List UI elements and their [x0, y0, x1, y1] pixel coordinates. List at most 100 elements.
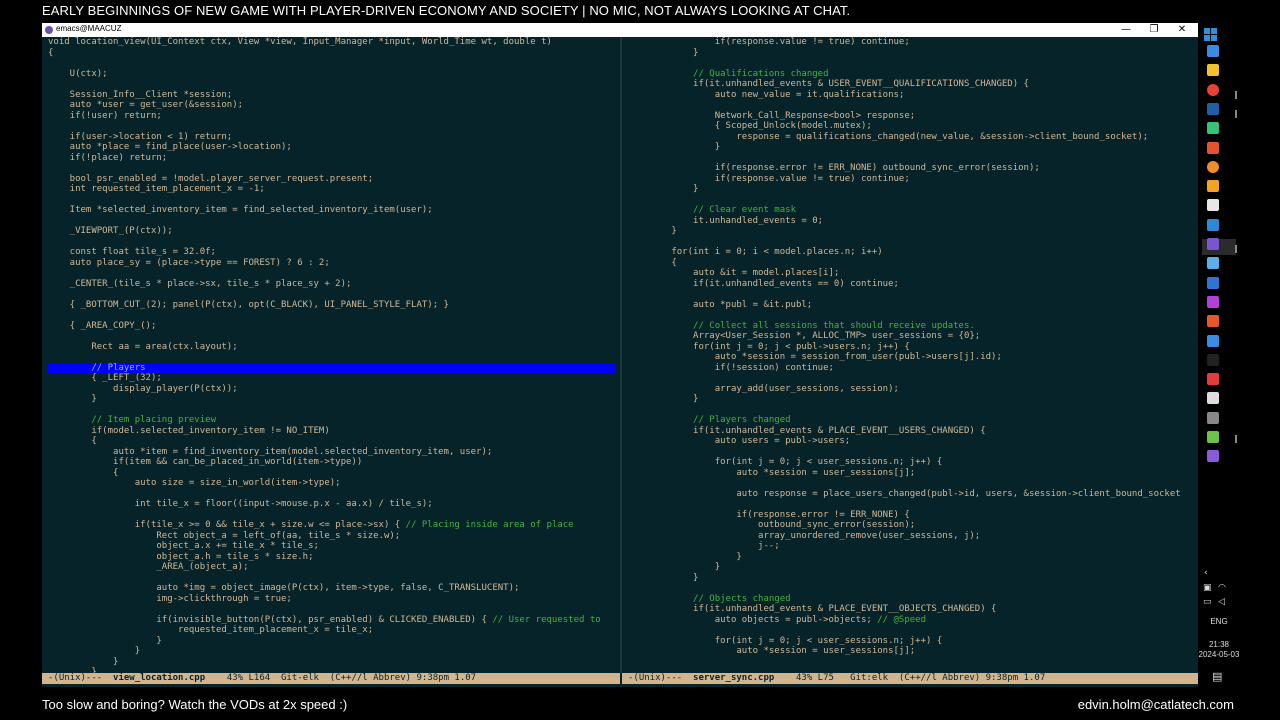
code-line[interactable]: {: [48, 436, 96, 447]
code-line[interactable]: if(invisible_button(P(ctx), psr_enabled)…: [48, 615, 600, 626]
code-line[interactable]: array_add(user_sessions, session);: [628, 384, 899, 395]
code-line[interactable]: }: [48, 394, 96, 405]
window-titlebar[interactable]: emacs@MAACUZ — ❐ ✕: [42, 23, 1198, 37]
code-line[interactable]: for(int j = 0; j < user_sessions.n; j++)…: [628, 636, 943, 647]
code-line[interactable]: auto response = place_users_changed(publ…: [628, 489, 1180, 500]
editor-pane-left[interactable]: void location_view(UI_Context ctx, View …: [42, 37, 620, 673]
app-icon[interactable]: [1207, 141, 1219, 154]
code-line[interactable]: }: [628, 573, 698, 584]
code-line[interactable]: {: [48, 48, 53, 59]
code-line[interactable]: if(!session) continue;: [628, 363, 834, 374]
code-line[interactable]: auto *session = session_from_user(publ->…: [628, 352, 1002, 363]
code-line[interactable]: }: [628, 184, 698, 195]
app-icon[interactable]: [1207, 199, 1219, 212]
notification-icon[interactable]: ▤: [1212, 670, 1222, 683]
file-explorer-icon[interactable]: [1207, 64, 1219, 77]
app-icon[interactable]: [1207, 411, 1219, 424]
code-line[interactable]: if(tile_x >= 0 && tile_x + size.w <= pla…: [48, 520, 574, 531]
app-icon[interactable]: [1207, 334, 1219, 347]
code-line[interactable]: outbound_sync_error(session);: [628, 520, 915, 531]
code-line[interactable]: Rect object_a = left_of(aa, tile_s * siz…: [48, 531, 400, 542]
code-line[interactable]: }: [628, 142, 720, 153]
code-line[interactable]: if(item && can_be_placed_in_world(item->…: [48, 457, 362, 468]
code-line[interactable]: }: [48, 636, 161, 647]
code-line[interactable]: it.unhandled_events = 0;: [628, 216, 823, 227]
code-line[interactable]: if(it.unhandled_events & PLACE_EVENT__US…: [628, 426, 986, 437]
app-icon[interactable]: [1207, 431, 1219, 443]
code-line[interactable]: auto *session = user_sessions[j];: [628, 646, 915, 657]
code-line[interactable]: response = qualifications_changed(new_va…: [628, 132, 1148, 143]
code-line[interactable]: // Objects changed: [628, 594, 791, 605]
code-line[interactable]: if(!place) return;: [48, 153, 168, 164]
code-line[interactable]: const float tile_s = 32.0f;: [48, 247, 216, 258]
code-line[interactable]: // Item placing preview: [48, 415, 216, 426]
code-line[interactable]: U(ctx);: [48, 69, 108, 80]
chrome-icon[interactable]: [1207, 83, 1219, 96]
code-line[interactable]: auto *user = get_user(&session);: [48, 100, 243, 111]
code-line[interactable]: for(int i = 0; i < model.places.n; i++): [628, 247, 882, 258]
code-line[interactable]: if(model.selected_inventory_item != NO_I…: [48, 426, 329, 437]
app-icon[interactable]: [1207, 180, 1219, 193]
firefox-icon[interactable]: [1207, 160, 1219, 173]
emacs-window[interactable]: emacs@MAACUZ — ❐ ✕ void location_view(UI…: [42, 23, 1198, 687]
code-line[interactable]: if(response.error != ERR_NONE) {: [628, 510, 909, 521]
code-line[interactable]: for(int j = 0; j < publ->users.n; j++) {: [628, 342, 910, 353]
code-line[interactable]: { _AREA_COPY_();: [48, 321, 157, 332]
code-line[interactable]: }: [628, 394, 698, 405]
code-line[interactable]: void location_view(UI_Context ctx, View …: [48, 37, 552, 48]
terminal-icon[interactable]: [1207, 102, 1219, 115]
code-line[interactable]: auto place_sy = (place->type == FOREST) …: [48, 258, 330, 269]
code-line[interactable]: if(it.unhandled_events & USER_EVENT__QUA…: [628, 79, 1029, 90]
chevron-up-icon[interactable]: ‹: [1204, 568, 1208, 578]
clock-date[interactable]: 2024-05-03: [1198, 650, 1240, 659]
code-line[interactable]: auto *item = find_inventory_item(model.s…: [48, 447, 492, 458]
code-line[interactable]: auto size = size_in_world(item->type);: [48, 478, 341, 489]
code-line[interactable]: auto users = publ->users;: [628, 436, 850, 447]
code-line[interactable]: }: [48, 646, 140, 657]
code-line[interactable]: if(it.unhandled_events & PLACE_EVENT__OB…: [628, 604, 996, 615]
code-line[interactable]: auto *session = user_sessions[j];: [628, 468, 915, 479]
code-line[interactable]: auto *publ = &it.publ;: [628, 300, 812, 311]
network-icon[interactable]: ▣: [1203, 583, 1212, 593]
windows-start-icon[interactable]: [1204, 28, 1218, 42]
code-line[interactable]: }: [48, 657, 118, 668]
code-line[interactable]: { _LEFT_(32);: [48, 373, 161, 384]
code-line[interactable]: for(int j = 0; j < user_sessions.n; j++)…: [628, 457, 943, 468]
app-icon[interactable]: [1207, 315, 1219, 328]
app-icon[interactable]: [1207, 392, 1219, 405]
code-line[interactable]: if(response.value != true) continue;: [628, 174, 910, 185]
code-line[interactable]: _VIEWPORT_(P(ctx));: [48, 226, 173, 237]
clock-time[interactable]: 21:38: [1198, 640, 1240, 649]
code-line[interactable]: Rect aa = area(ctx.layout);: [48, 342, 237, 353]
code-line[interactable]: Array<User_Session *, ALLOC_TMP> user_se…: [628, 331, 980, 342]
code-line[interactable]: object_a.x += tile_x * tile_s;: [48, 541, 319, 552]
code-line[interactable]: }: [628, 48, 698, 59]
app-icon[interactable]: [1207, 353, 1219, 366]
code-line[interactable]: { _BOTTOM_CUT_(2); panel(P(ctx), opt(C_B…: [48, 300, 449, 311]
code-line[interactable]: Network_Call_Response<bool> response;: [628, 111, 916, 122]
minibuffer[interactable]: [42, 684, 1198, 687]
wifi-icon[interactable]: ◠: [1218, 583, 1226, 593]
code-line[interactable]: // Players: [48, 362, 616, 373]
app-icon[interactable]: [1207, 276, 1219, 289]
code-line[interactable]: auto new_value = it.qualifications;: [628, 90, 905, 101]
code-line[interactable]: if(!user) return;: [48, 111, 162, 122]
code-line[interactable]: display_player(P(ctx));: [48, 384, 238, 395]
app-icon[interactable]: [1207, 295, 1219, 308]
code-line[interactable]: _AREA_(object_a);: [48, 562, 248, 573]
code-line[interactable]: auto *img = object_image(P(ctx), item->t…: [48, 583, 519, 594]
code-line[interactable]: img->clickthrough = true;: [48, 594, 291, 605]
code-line[interactable]: auto &it = model.places[i];: [628, 268, 839, 279]
code-line[interactable]: if(it.unhandled_events == 0) continue;: [628, 279, 899, 290]
code-line[interactable]: { Scoped_Unlock(model.mutex);: [628, 121, 872, 132]
app-icon[interactable]: [1207, 257, 1219, 270]
code-line[interactable]: if(user->location < 1) return;: [48, 132, 233, 143]
code-line[interactable]: // Qualifications changed: [628, 69, 828, 80]
code-line[interactable]: auto objects = publ->objects; // @Speed: [628, 615, 926, 626]
code-line[interactable]: int requested_item_placement_x = -1;: [48, 184, 265, 195]
volume-icon[interactable]: ◁: [1218, 597, 1225, 607]
code-line[interactable]: object_a.h = tile_s * size.h;: [48, 552, 313, 563]
battery-icon[interactable]: ▭: [1203, 597, 1212, 607]
emacs-icon[interactable]: [1207, 238, 1219, 250]
code-line[interactable]: if(response.error != ERR_NONE) outbound_…: [628, 163, 1040, 174]
